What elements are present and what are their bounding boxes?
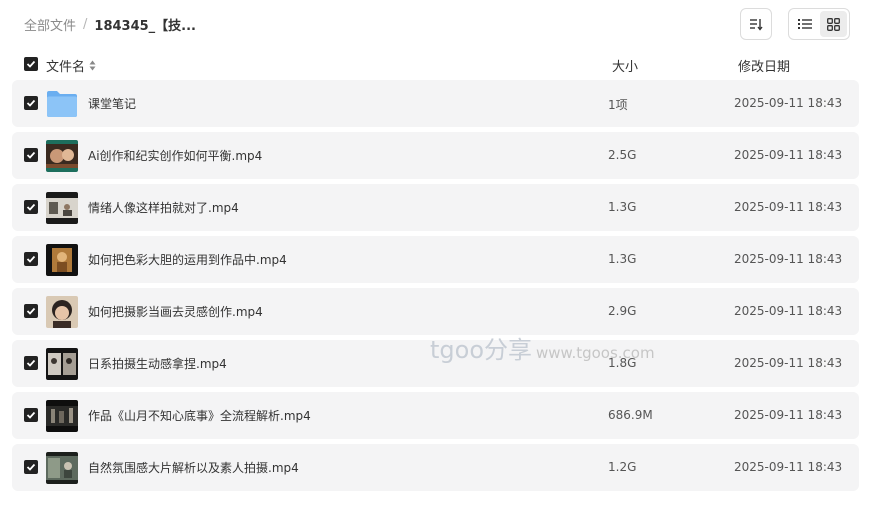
check-icon [26, 359, 36, 367]
file-size: 1.8G [608, 356, 637, 370]
select-all-checkbox[interactable] [24, 57, 38, 71]
video-thumbnail [46, 296, 78, 328]
row-checkbox[interactable] [24, 408, 38, 422]
file-name[interactable]: 日系拍摄生动感拿捏.mp4 [88, 355, 227, 372]
breadcrumb-separator: / [83, 16, 88, 32]
file-modified: 2025-09-11 18:43 [734, 304, 843, 318]
video-thumbnail [46, 192, 78, 224]
check-icon [26, 203, 36, 211]
check-icon [26, 463, 36, 471]
column-header-size[interactable]: 大小 [612, 56, 638, 75]
column-header-row: 文件名 大小 修改日期 [24, 54, 858, 75]
file-modified: 2025-09-11 18:43 [734, 148, 843, 162]
video-thumbnail [46, 452, 78, 484]
sort-button[interactable] [740, 8, 772, 40]
file-name[interactable]: 自然氛围感大片解析以及素人拍摄.mp4 [88, 459, 299, 476]
file-size: 686.9M [608, 408, 653, 422]
file-name[interactable]: 作品《山月不知心底事》全流程解析.mp4 [88, 407, 311, 424]
file-modified: 2025-09-11 18:43 [734, 356, 843, 370]
file-row[interactable]: 日系拍摄生动感拿捏.mp4 1.8G 2025-09-11 18:43 [12, 340, 859, 387]
file-name[interactable]: 如何把摄影当画去灵感创作.mp4 [88, 303, 263, 320]
row-checkbox[interactable] [24, 148, 38, 162]
check-icon [26, 307, 36, 315]
file-size: 1.3G [608, 200, 637, 214]
file-modified: 2025-09-11 18:43 [734, 252, 843, 266]
file-list: 课堂笔记 1项 2025-09-11 18:43 Ai创作和纪实创作如何平衡.m… [12, 80, 859, 496]
sort-arrows-icon [89, 60, 96, 71]
file-row[interactable]: 作品《山月不知心底事》全流程解析.mp4 686.9M 2025-09-11 1… [12, 392, 859, 439]
file-row[interactable]: 课堂笔记 1项 2025-09-11 18:43 [12, 80, 859, 127]
file-modified: 2025-09-11 18:43 [734, 96, 843, 110]
check-icon [26, 99, 36, 107]
list-view-button[interactable] [791, 11, 818, 37]
breadcrumb-root-link[interactable]: 全部文件 [24, 15, 76, 34]
row-checkbox[interactable] [24, 252, 38, 266]
file-modified: 2025-09-11 18:43 [734, 460, 843, 474]
file-row[interactable]: 如何把摄影当画去灵感创作.mp4 2.9G 2025-09-11 18:43 [12, 288, 859, 335]
breadcrumb-current: 184345_【技... [94, 18, 196, 34]
file-size: 1.3G [608, 252, 637, 266]
list-view-icon [797, 19, 812, 29]
video-thumbnail [46, 140, 78, 172]
file-row[interactable]: 自然氛围感大片解析以及素人拍摄.mp4 1.2G 2025-09-11 18:4… [12, 444, 859, 491]
file-size: 2.5G [608, 148, 637, 162]
row-checkbox[interactable] [24, 304, 38, 318]
video-thumbnail [46, 244, 78, 276]
file-row[interactable]: 情绪人像这样拍就对了.mp4 1.3G 2025-09-11 18:43 [12, 184, 859, 231]
file-name[interactable]: 如何把色彩大胆的运用到作品中.mp4 [88, 251, 287, 268]
grid-view-button[interactable] [820, 11, 847, 37]
file-modified: 2025-09-11 18:43 [734, 408, 843, 422]
view-toggle-group [788, 8, 850, 40]
file-size: 1.2G [608, 460, 637, 474]
folder-icon [47, 91, 77, 117]
row-checkbox[interactable] [24, 200, 38, 214]
grid-view-icon [827, 17, 840, 31]
file-row[interactable]: Ai创作和纪实创作如何平衡.mp4 2.5G 2025-09-11 18:43 [12, 132, 859, 179]
video-thumbnail [46, 348, 78, 380]
check-icon [26, 255, 36, 263]
column-header-name-label: 文件名 [46, 60, 86, 75]
check-icon [26, 151, 36, 159]
breadcrumb: 全部文件 / 184345_【技... [24, 14, 196, 34]
check-icon [26, 411, 36, 419]
row-checkbox[interactable] [24, 460, 38, 474]
file-size: 1项 [608, 98, 628, 112]
column-header-name[interactable]: 文件名 [46, 56, 96, 75]
row-checkbox[interactable] [24, 356, 38, 370]
sort-icon [750, 19, 763, 31]
file-modified: 2025-09-11 18:43 [734, 200, 843, 214]
file-row[interactable]: 如何把色彩大胆的运用到作品中.mp4 1.3G 2025-09-11 18:43 [12, 236, 859, 283]
file-size: 2.9G [608, 304, 637, 318]
file-name[interactable]: Ai创作和纪实创作如何平衡.mp4 [88, 147, 262, 164]
row-checkbox[interactable] [24, 96, 38, 110]
check-icon [26, 60, 36, 68]
file-name[interactable]: 情绪人像这样拍就对了.mp4 [88, 199, 239, 216]
video-thumbnail [46, 400, 78, 432]
column-header-modified[interactable]: 修改日期 [738, 56, 790, 75]
file-name[interactable]: 课堂笔记 [88, 95, 136, 112]
